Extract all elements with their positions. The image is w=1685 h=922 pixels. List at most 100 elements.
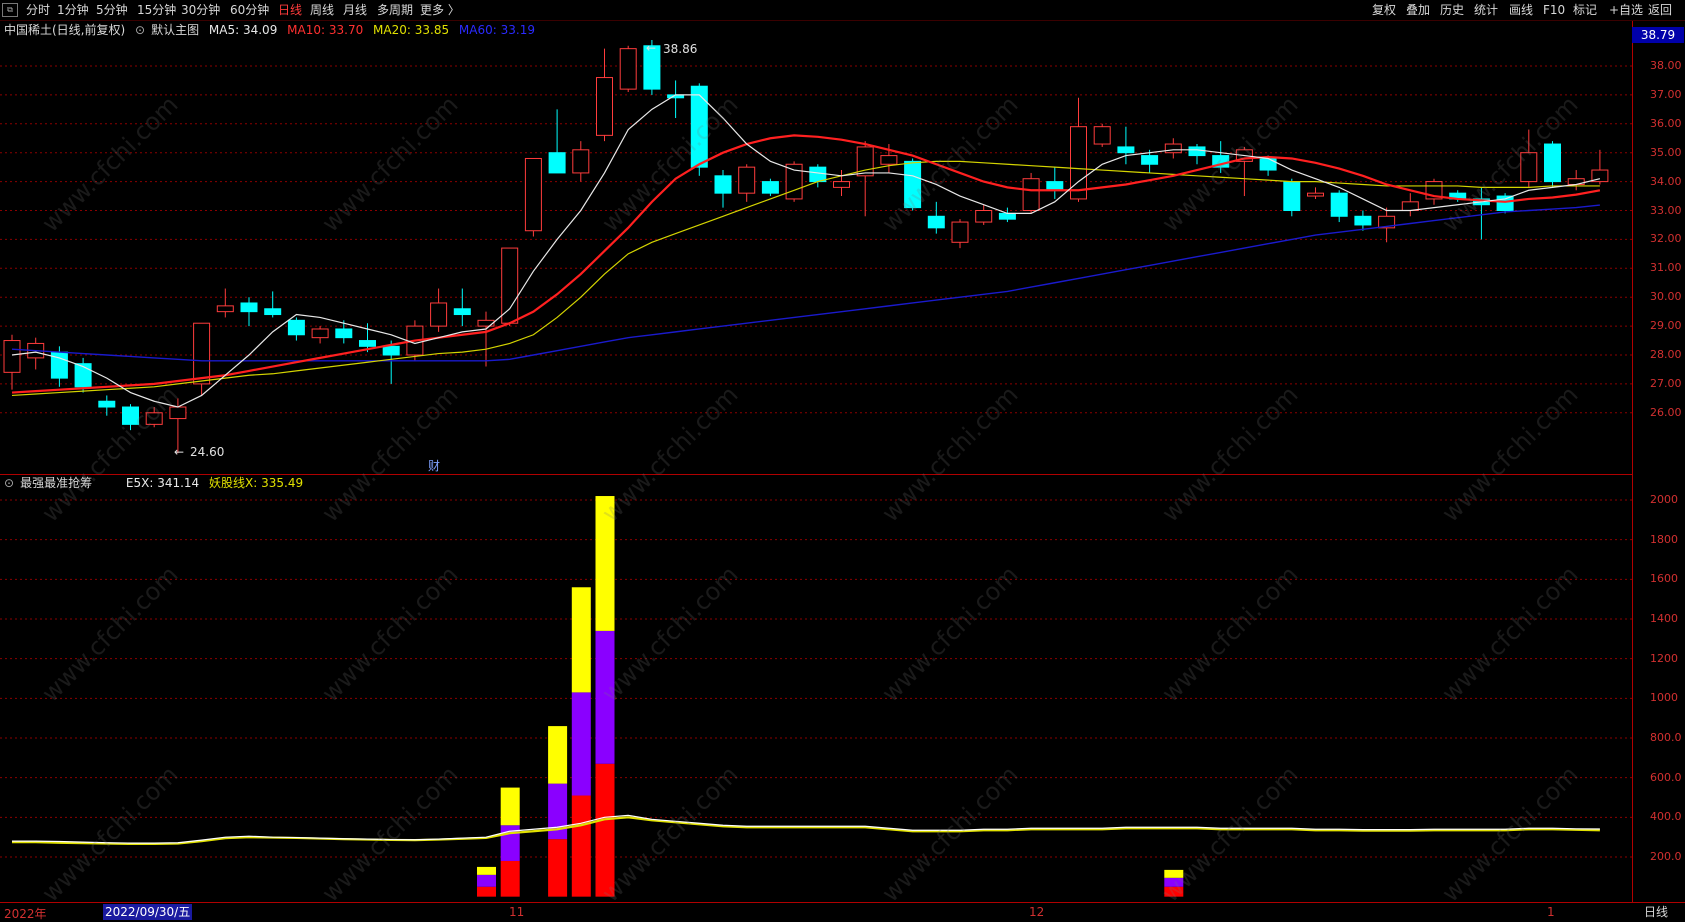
candle-body [359, 340, 376, 347]
indicator-bar-purple [571, 692, 591, 796]
candle-body [430, 302, 448, 327]
candle-body [1188, 146, 1206, 157]
indicator-bar-red [571, 795, 591, 897]
price-tick: 28.00 [1650, 348, 1682, 361]
candle-body [1022, 178, 1040, 212]
candle-body [1544, 143, 1561, 183]
price-tick: 37.00 [1650, 87, 1682, 101]
indicator-tick: 400.0 [1650, 810, 1682, 824]
price-tick: 26.00 [1650, 405, 1682, 419]
candle-body [1401, 201, 1419, 212]
candle-body [1520, 152, 1538, 183]
candle-body [714, 175, 732, 194]
indicator-tick: 1600 [1650, 572, 1678, 586]
candle-body [477, 319, 495, 327]
candle-body [880, 155, 898, 165]
indicator-bar-red [595, 763, 615, 897]
candle-body [998, 212, 1016, 220]
candle-body [501, 247, 519, 324]
candle-body [1093, 126, 1111, 145]
indicator-bar-yellow [595, 496, 615, 631]
candle-body [311, 328, 329, 339]
price-tick: 33.00 [1650, 203, 1682, 217]
candle-body [548, 152, 566, 174]
candle-body [335, 328, 353, 339]
period-label[interactable]: 日线 [1644, 903, 1668, 920]
candle-body [287, 319, 305, 336]
price-tick: 38.00 [1650, 59, 1682, 72]
candle-body [690, 85, 708, 168]
price-tick: 29.00 [1650, 319, 1682, 333]
low-arrow: ← [174, 445, 184, 459]
price-tick: 34.00 [1650, 174, 1682, 188]
candle-body [524, 157, 542, 232]
fin-marker: 财 [428, 459, 440, 473]
chart-canvas: 38.86 ← 24.60 ← 财 [0, 39, 1632, 897]
price-tick: 31.00 [1650, 261, 1682, 275]
candle-body [833, 181, 850, 188]
candle-body [1164, 143, 1182, 154]
candle-body [193, 322, 211, 385]
candle-body [619, 48, 637, 90]
candle-body [1070, 126, 1087, 200]
indicator-bar-red [548, 839, 568, 897]
indicator-bar-yellow [477, 866, 496, 875]
candle-body [761, 181, 779, 194]
candle-body [98, 400, 116, 408]
candle-body [145, 412, 163, 425]
price-tick: 32.00 [1650, 232, 1682, 246]
price-tick: 35.00 [1650, 145, 1682, 159]
candle-body [240, 302, 258, 313]
high-annotation: 38.86 [663, 42, 697, 56]
candle-body [927, 215, 945, 229]
price-tick: 27.00 [1650, 376, 1682, 390]
current-price-tag: 38.79 [1632, 27, 1684, 43]
candle-body [216, 305, 234, 313]
date-axis[interactable]: 2022年 2022/09/30/五 11 12 1 [0, 902, 1685, 921]
indicator-tick: 200.0 [1650, 850, 1682, 863]
indicator-bar-red [477, 886, 496, 897]
indicator-bar-purple [477, 874, 496, 887]
price-tick: 36.00 [1650, 116, 1682, 130]
indicator-tick: 1800 [1650, 532, 1678, 546]
candle-body [596, 77, 613, 136]
ma60-line [11, 204, 1600, 362]
indicator-bar-yellow [548, 726, 568, 784]
candle-body [1283, 181, 1301, 212]
indicator-bar-purple [1164, 877, 1184, 887]
price-tick: 30.00 [1650, 290, 1682, 304]
indicator-bar-red [500, 860, 520, 897]
high-arrow: ← [646, 41, 656, 55]
month-label-11: 11 [509, 905, 525, 919]
candle-body [169, 406, 187, 420]
candle-body [572, 149, 590, 174]
candle-body [809, 166, 827, 183]
indicator-tick: 2000 [1650, 493, 1678, 506]
candle-body [3, 340, 21, 373]
indicator-tick: 1400 [1650, 612, 1678, 625]
candle-body [382, 345, 400, 356]
yao-line [12, 816, 1600, 846]
month-label-1: 1 [1547, 905, 1555, 919]
low-annotation: 24.60 [190, 445, 224, 459]
indicator-bar-purple [595, 630, 615, 764]
candle-body [904, 160, 922, 209]
indicator-bar-yellow [571, 587, 591, 693]
month-label-12: 12 [1029, 905, 1045, 919]
selected-date: 2022/09/30/五 [103, 904, 193, 920]
candle-body [1117, 146, 1135, 154]
e5x-line [12, 814, 1600, 844]
candle-body [1330, 192, 1348, 217]
year-label: 2022年 [4, 907, 47, 921]
indicator-tick: 600.0 [1650, 770, 1682, 784]
candle-body [738, 166, 756, 194]
candle-body [1141, 155, 1159, 165]
candle-body [1046, 181, 1064, 191]
candle-body [1307, 192, 1324, 197]
candle-body [1259, 157, 1277, 171]
candle-body [264, 308, 282, 316]
indicator-tick: 1000 [1650, 691, 1678, 705]
indicator-bar-yellow [1164, 869, 1184, 878]
candle-body [453, 308, 471, 316]
indicator-tick: 1200 [1650, 651, 1678, 665]
